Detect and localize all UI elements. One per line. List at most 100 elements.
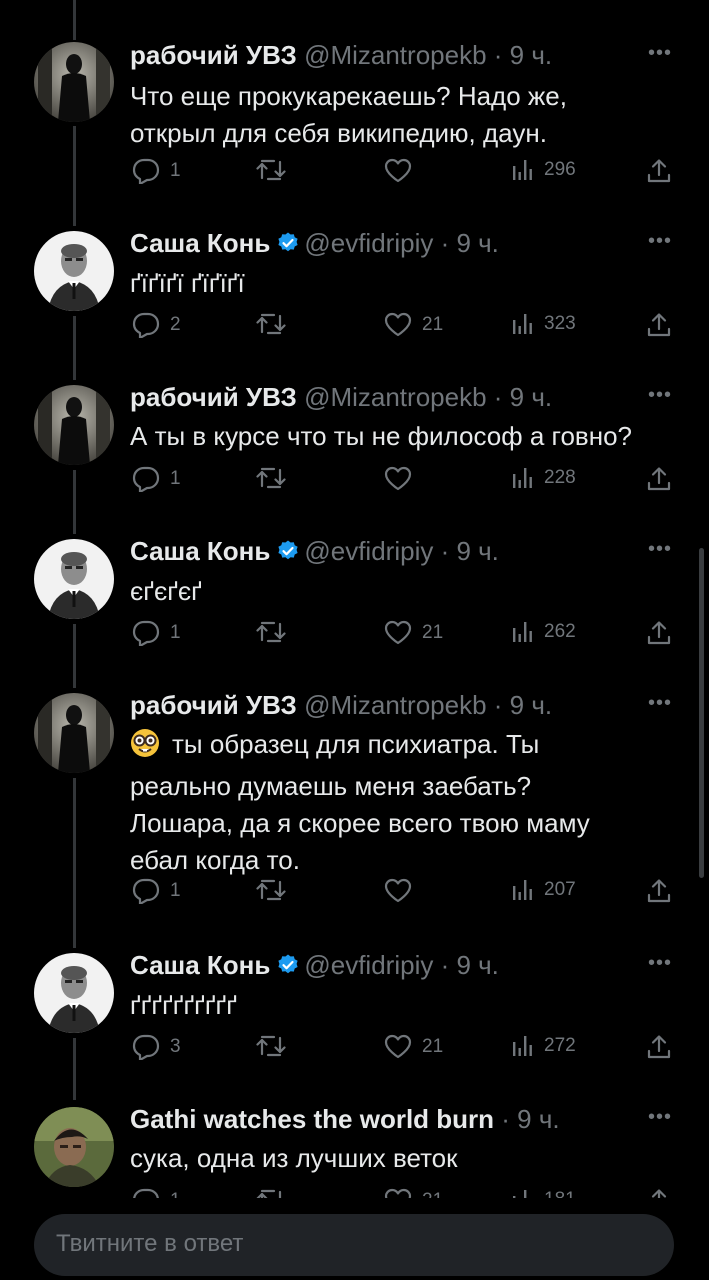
like-button[interactable]: 21 [384, 312, 443, 337]
nerd-face-emoji-icon [130, 728, 160, 768]
author-name[interactable]: Саша Конь [130, 228, 270, 258]
views-button[interactable]: 262 [510, 620, 576, 644]
like-button[interactable] [384, 158, 422, 183]
reply-button[interactable]: 1 [132, 878, 181, 904]
retweet-icon [256, 1034, 286, 1058]
share-icon [646, 158, 672, 184]
retweet-button[interactable] [256, 1034, 296, 1058]
avatar[interactable] [34, 693, 114, 773]
share-button[interactable] [646, 1034, 672, 1060]
share-button[interactable] [646, 466, 672, 492]
avatar[interactable] [34, 42, 114, 122]
avatar[interactable] [34, 1107, 114, 1187]
views-count: 272 [544, 1035, 576, 1056]
views-count: 323 [544, 313, 576, 334]
more-options-button[interactable]: ••• [648, 1106, 672, 1129]
reply-button[interactable]: 1 [132, 466, 181, 492]
author-handle[interactable]: @Mizantropekb [304, 690, 486, 720]
like-button[interactable] [384, 878, 422, 903]
like-button[interactable]: 21 [384, 620, 443, 645]
views-button[interactable]: 272 [510, 1034, 576, 1058]
scrollbar[interactable] [699, 548, 704, 878]
timestamp[interactable]: 9 ч. [510, 690, 552, 720]
more-options-button[interactable]: ••• [648, 384, 672, 407]
more-options-button[interactable]: ••• [648, 692, 672, 715]
author-handle[interactable]: @evfidripiy [304, 950, 433, 980]
tweet-text: А ты в курсе что ты не философ а говно? [130, 421, 632, 451]
timestamp[interactable]: 9 ч. [456, 228, 498, 258]
bar-chart-icon [510, 878, 534, 902]
timestamp[interactable]: 9 ч. [456, 950, 498, 980]
author-name[interactable]: Саша Конь [130, 950, 270, 980]
reply-button[interactable]: 2 [132, 312, 181, 338]
reply-button[interactable]: 1 [132, 158, 181, 184]
author-name[interactable]: рабочий УВЗ [130, 40, 297, 70]
tweet-actions: 1 21 262 [0, 620, 709, 650]
avatar[interactable] [34, 231, 114, 311]
reply-icon [132, 158, 160, 184]
author-name[interactable]: Саша Конь [130, 536, 270, 566]
retweet-icon [256, 878, 286, 902]
replies-count: 1 [170, 468, 181, 489]
thread-line [73, 778, 76, 948]
replies-count: 1 [170, 622, 181, 643]
author-handle[interactable]: @Mizantropekb [304, 40, 486, 70]
retweet-button[interactable] [256, 878, 296, 902]
author-name[interactable]: Gathi watches the world burn [130, 1104, 494, 1134]
author-name[interactable]: рабочий УВЗ [130, 382, 297, 412]
bar-chart-icon [510, 466, 534, 490]
author-handle[interactable]: @evfidripiy [304, 536, 433, 566]
retweet-button[interactable] [256, 620, 296, 644]
author-handle[interactable]: @evfidripiy [304, 228, 433, 258]
views-button[interactable]: 228 [510, 466, 576, 490]
more-options-button[interactable]: ••• [648, 538, 672, 561]
share-button[interactable] [646, 878, 672, 904]
share-button[interactable] [646, 158, 672, 184]
reply-input[interactable]: Твитните в ответ [34, 1214, 674, 1276]
views-button[interactable]: 207 [510, 878, 576, 902]
heart-icon [384, 466, 412, 491]
share-icon [646, 620, 672, 646]
author-name[interactable]: рабочий УВЗ [130, 690, 297, 720]
timestamp[interactable]: 9 ч. [510, 40, 552, 70]
share-button[interactable] [646, 620, 672, 646]
retweet-button[interactable] [256, 312, 296, 336]
avatar[interactable] [34, 953, 114, 1033]
heart-icon [384, 312, 412, 337]
tweet-header: Gathi watches the world burn · 9 ч. [130, 1104, 560, 1134]
share-icon [646, 466, 672, 492]
timestamp[interactable]: 9 ч. [510, 382, 552, 412]
reply-button[interactable]: 1 [132, 620, 181, 646]
retweet-icon [256, 620, 286, 644]
likes-count: 21 [422, 621, 444, 643]
views-button[interactable]: 323 [510, 312, 576, 336]
verified-badge-icon [276, 539, 300, 569]
like-button[interactable]: 21 [384, 1034, 443, 1059]
retweet-button[interactable] [256, 158, 296, 182]
tweet-actions: 1 228 [0, 466, 709, 496]
tweet-header: Саша Конь @evfidripiy · 9 ч. [130, 228, 499, 261]
tweet-text: сука, одна из лучших веток [130, 1143, 458, 1173]
like-button[interactable] [384, 466, 422, 491]
tweet-header: рабочий УВЗ @Mizantropekb · 9 ч. [130, 382, 553, 412]
tweet-text: ґґґґґґґґґґ [130, 990, 237, 1020]
timestamp[interactable]: 9 ч. [456, 536, 498, 566]
reply-icon [132, 1034, 160, 1060]
more-options-button[interactable]: ••• [648, 230, 672, 253]
views-button[interactable]: 296 [510, 158, 576, 182]
reply-button[interactable]: 3 [132, 1034, 181, 1060]
retweet-button[interactable] [256, 466, 296, 490]
avatar[interactable] [34, 539, 114, 619]
more-options-button[interactable]: ••• [648, 952, 672, 975]
reply-icon [132, 878, 160, 904]
avatar[interactable] [34, 385, 114, 465]
likes-count: 21 [422, 1035, 444, 1057]
bar-chart-icon [510, 620, 534, 644]
author-handle[interactable]: @Mizantropekb [304, 382, 486, 412]
more-options-button[interactable]: ••• [648, 42, 672, 65]
heart-icon [384, 158, 412, 183]
timestamp[interactable]: 9 ч. [517, 1104, 559, 1134]
retweet-icon [256, 466, 286, 490]
share-button[interactable] [646, 312, 672, 338]
bar-chart-icon [510, 312, 534, 336]
